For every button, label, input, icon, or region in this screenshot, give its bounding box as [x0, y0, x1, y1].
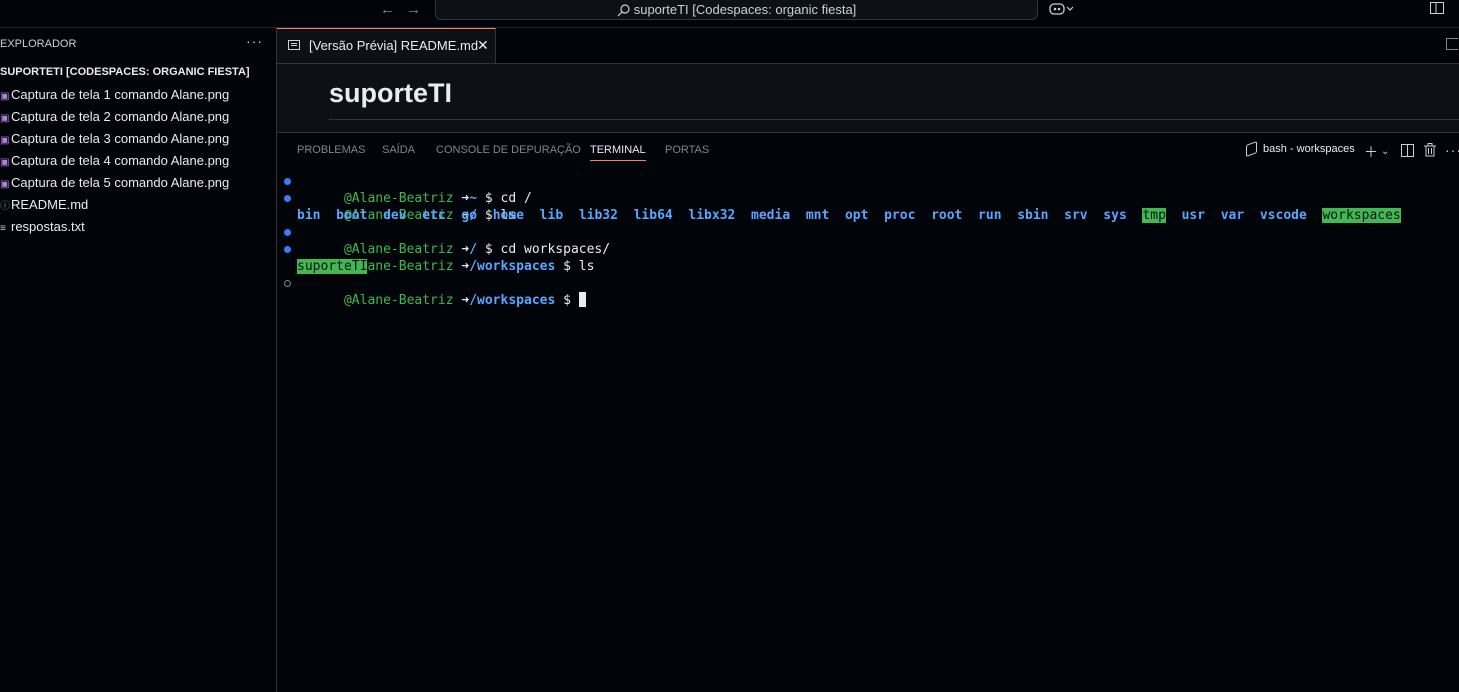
more-actions-icon[interactable]: ···: [246, 33, 263, 49]
directory-entry: root: [931, 208, 963, 223]
terminal-cursor: [578, 292, 586, 307]
terminal-output[interactable]: @Alane-Beatriz ➜~ $ cd / @Alane-Beatriz …: [277, 173, 1459, 308]
trash-icon[interactable]: [1424, 143, 1436, 157]
search-icon: [617, 4, 630, 17]
tab-portas[interactable]: PORTAS: [665, 144, 709, 156]
command-center-text: suporteTI [Codespaces: organic fiesta]: [633, 2, 857, 17]
directory-entry: usr: [1181, 208, 1206, 223]
ls-output: suporteTI: [277, 258, 1459, 275]
directory-entry: lib32: [578, 208, 618, 223]
directory-entry: suporteTI: [297, 259, 368, 274]
readme-heading: suporteTI: [329, 78, 453, 108]
terminal-prompt-line: @Alane-Beatriz ➜/workspaces $: [277, 275, 1459, 308]
directory-entry: go: [461, 208, 478, 223]
image-file-icon: ▣: [0, 179, 10, 190]
bottom-panel: PROBLEMAS SAÍDA CONSOLE DE DEPURAÇÃO TER…: [277, 133, 1459, 692]
file-item[interactable]: ≡ respostas.txt: [0, 216, 229, 238]
terminal-icon: [1246, 141, 1257, 158]
markdown-preview: suporteTI: [277, 64, 1459, 133]
file-item[interactable]: ▣ Captura de tela 5 comando Alane.png: [0, 172, 229, 194]
terminal-name: bash - workspaces: [1263, 143, 1355, 155]
text-file-icon: ≡: [0, 223, 6, 234]
image-file-icon: ▣: [0, 157, 10, 168]
terminal-line: @Alane-Beatriz ➜/ $ cd workspaces/: [277, 224, 1459, 257]
arrow-left-icon[interactable]: ←: [380, 1, 395, 18]
command-status-icon: [284, 229, 291, 236]
directory-entry: media: [751, 208, 791, 223]
split-terminal-icon[interactable]: [1401, 144, 1414, 157]
command-status-icon: [284, 280, 291, 287]
directory-entry: sys: [1103, 208, 1127, 223]
more-actions-icon[interactable]: ···: [1445, 142, 1459, 158]
directory-entry: lib: [539, 208, 564, 223]
tab-console-depuracao[interactable]: CONSOLE DE DEPURAÇÃO: [436, 144, 581, 156]
explorer-header: EXPLORADOR: [0, 38, 77, 50]
title-bar: ← → suporteTI [Codespaces: organic fiest…: [0, 0, 1459, 28]
file-item[interactable]: ▣ Captura de tela 4 comando Alane.png: [0, 150, 229, 172]
info-file-icon: ⓘ: [0, 201, 10, 212]
explorer-sidebar: EXPLORADOR ··· SUPORTETI [CODESPACES: OR…: [0, 28, 277, 692]
terminal-line: @Alane-Beatriz ➜~ $ cd /: [277, 173, 1459, 206]
terminal-line: @Alane-Beatriz ➜/ $ ls: [277, 190, 1459, 223]
copilot-icon[interactable]: [1049, 2, 1074, 19]
arrow-right-icon[interactable]: →: [406, 1, 421, 18]
layout-icon[interactable]: [1430, 2, 1444, 14]
command-center-search[interactable]: suporteTI [Codespaces: organic fiesta]: [435, 0, 1038, 20]
directory-entry: opt: [844, 208, 869, 223]
terminal-selector[interactable]: bash - workspaces: [1246, 141, 1355, 158]
image-file-icon: ▣: [0, 113, 10, 124]
preview-icon: [288, 40, 300, 50]
file-item[interactable]: ▣ Captura de tela 3 comando Alane.png: [0, 128, 229, 150]
directory-entry: home: [492, 208, 525, 223]
tab-terminal[interactable]: TERMINAL: [590, 144, 646, 161]
chevron-down-icon[interactable]: ⌄: [1381, 146, 1389, 157]
tab-readme-preview[interactable]: [Versão Prévia] README.md ✕: [277, 28, 496, 63]
directory-entry: srv: [1064, 208, 1088, 223]
tab-label: [Versão Prévia] README.md: [309, 38, 479, 53]
command-status-icon: [284, 178, 291, 185]
ls-output: bin boot dev etc go home lib lib32 lib64…: [277, 207, 1459, 224]
tab-saida[interactable]: SAÍDA: [382, 144, 415, 156]
add-terminal-icon[interactable]: ＋: [1364, 142, 1378, 162]
directory-entry: mnt: [805, 208, 830, 223]
tab-problemas[interactable]: PROBLEMAS: [297, 144, 365, 156]
directory-entry: sbin: [1017, 208, 1049, 223]
editor-tab-bar: [Versão Prévia] README.md ✕: [277, 28, 1459, 64]
open-source-icon[interactable]: [1446, 38, 1458, 50]
directory-entry: tmp: [1142, 208, 1166, 223]
image-file-icon: ▣: [0, 135, 10, 146]
directory-entry: run: [978, 208, 1002, 223]
directory-entry: lib64: [633, 208, 673, 223]
directory-entry: boot: [336, 208, 368, 223]
heading-divider: [329, 119, 1459, 120]
directory-entry: var: [1220, 208, 1245, 223]
file-tree: ▣ Captura de tela 1 comando Alane.png ▣ Ca…: [0, 84, 229, 238]
directory-entry: vscode: [1259, 208, 1307, 223]
command-status-icon: [284, 195, 291, 202]
file-item[interactable]: ▣ Captura de tela 1 comando Alane.png: [0, 84, 229, 106]
image-file-icon: ▣: [0, 91, 10, 102]
directory-entry: proc: [884, 208, 916, 223]
file-item[interactable]: ⓘREADME.md: [0, 194, 229, 216]
close-icon[interactable]: ✕: [477, 29, 489, 62]
directory-entry: workspaces: [1322, 208, 1401, 223]
command-status-icon: [284, 246, 291, 253]
workspace-folder[interactable]: SUPORTETI [CODESPACES: ORGANIC FIESTA]: [0, 66, 250, 78]
directory-entry: libx32: [688, 208, 736, 223]
directory-entry: dev: [383, 208, 407, 223]
directory-entry: etc: [422, 208, 446, 223]
file-item[interactable]: ▣ Captura de tela 2 comando Alane.png: [0, 106, 229, 128]
directory-entry: bin: [297, 208, 321, 223]
terminal-line: @Alane-Beatriz ➜/workspaces $ ls: [277, 241, 1459, 274]
